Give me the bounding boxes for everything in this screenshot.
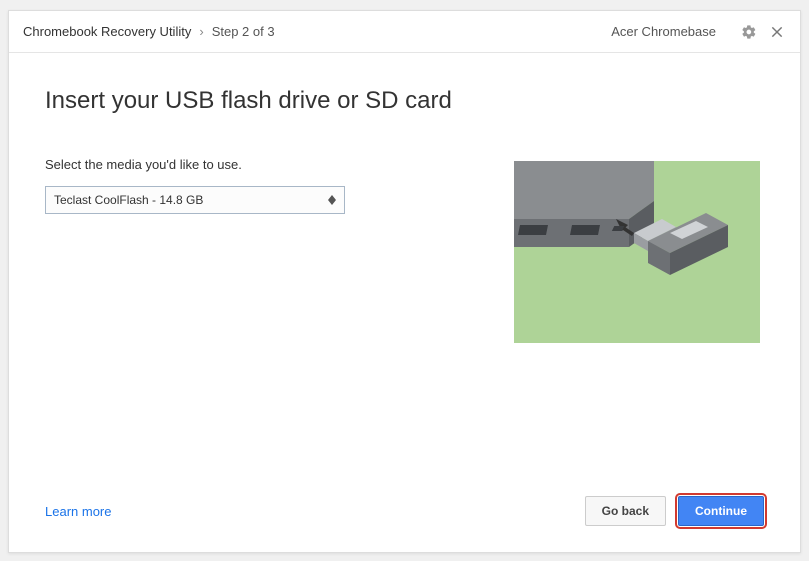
select-arrows-icon xyxy=(326,195,338,205)
app-title: Chromebook Recovery Utility xyxy=(23,24,191,39)
step-indicator: Step 2 of 3 xyxy=(212,24,275,39)
page-heading: Insert your USB flash drive or SD card xyxy=(45,87,764,115)
continue-button[interactable]: Continue xyxy=(678,496,764,526)
learn-more-link[interactable]: Learn more xyxy=(45,504,111,519)
media-select-value: Teclast CoolFlash - 14.8 GB xyxy=(54,193,326,207)
footer-bar: Learn more Go back Continue xyxy=(45,496,764,526)
breadcrumb-chevron: › xyxy=(199,24,203,39)
header-bar: Chromebook Recovery Utility › Step 2 of … xyxy=(9,11,800,53)
content-area: Insert your USB flash drive or SD card S… xyxy=(9,53,800,552)
media-select[interactable]: Teclast CoolFlash - 14.8 GB xyxy=(45,186,345,214)
usb-illustration xyxy=(514,161,760,343)
recovery-utility-window: Chromebook Recovery Utility › Step 2 of … xyxy=(8,10,801,553)
go-back-button[interactable]: Go back xyxy=(585,496,666,526)
close-icon[interactable] xyxy=(768,23,786,41)
device-name: Acer Chromebase xyxy=(611,24,716,39)
gear-icon[interactable] xyxy=(740,23,758,41)
